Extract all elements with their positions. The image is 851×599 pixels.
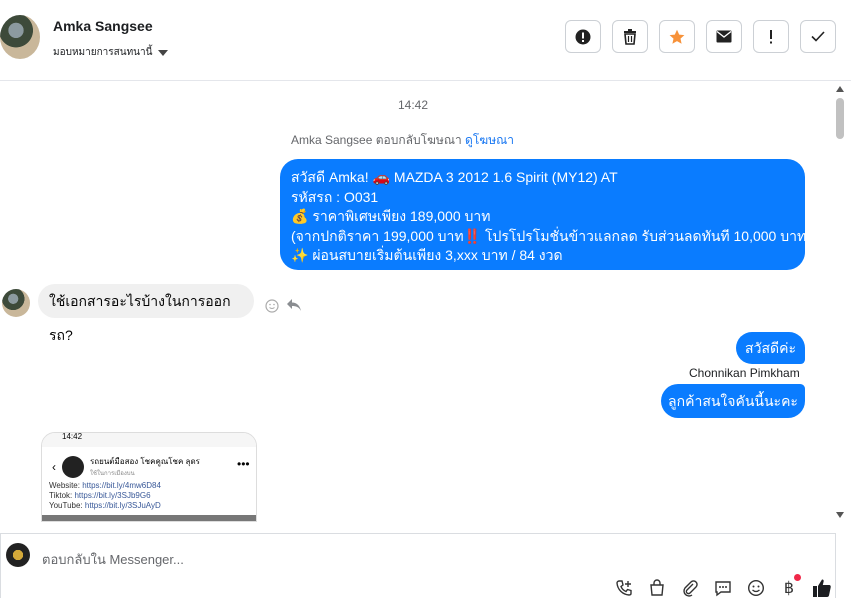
card-link-url: https://bit.ly/3SJuAyD bbox=[84, 501, 161, 510]
ad-message-line: รหัสรถ : O031 bbox=[291, 188, 379, 205]
contact-name[interactable]: Amka Sangsee bbox=[53, 18, 153, 34]
ad-message-line: (จากปกติราคา 199,000 บาท‼️ โปรโปรโมชั่นข… bbox=[291, 227, 811, 244]
assign-dropdown[interactable]: มอบหมายการสนทนานี้ bbox=[53, 45, 169, 60]
composer-toolbar: ฿ bbox=[612, 574, 834, 599]
card-link-label: Website: bbox=[49, 481, 83, 490]
ad-reply-note: Amka Sangsee ตอบกลับโฆษณา ดูโฆษณา bbox=[291, 131, 514, 150]
card-page-info: รถยนต์มือสอง โชคคูณโชค ลุดร ใช้ในการเมือ… bbox=[90, 455, 200, 478]
spam-button[interactable] bbox=[753, 20, 789, 53]
contact-avatar[interactable] bbox=[0, 15, 40, 59]
card-link-label: Tiktok: bbox=[49, 491, 75, 500]
card-page-row: ‹ รถยนต์มือสอง โชคคูณโชค ลุดร ใช้ในการเม… bbox=[52, 455, 250, 478]
conversation-toolbar bbox=[565, 20, 836, 53]
chevron-down-icon bbox=[158, 49, 169, 56]
message-composer: ตอบกลับใน Messenger... ฿ bbox=[0, 533, 836, 598]
card-links: Website: https://bit.ly/4mw6D84 Tiktok: … bbox=[49, 481, 161, 511]
star-icon bbox=[669, 29, 685, 44]
delete-button[interactable] bbox=[612, 20, 648, 53]
report-button[interactable] bbox=[565, 20, 601, 53]
exclamation-icon bbox=[770, 29, 772, 43]
ad-reply-text: Amka Sangsee ตอบกลับโฆษณา bbox=[291, 133, 462, 147]
scroll-down-icon[interactable] bbox=[836, 512, 844, 518]
ad-message-line: 💰 ราคาพิเศษเพียง 189,000 บาท bbox=[291, 208, 491, 224]
scroll-up-icon[interactable] bbox=[836, 86, 844, 92]
card-link-url: https://bit.ly/4mw6D84 bbox=[82, 481, 161, 490]
check-icon bbox=[811, 31, 825, 42]
conversation-header: Amka Sangsee มอบหมายการสนทนานี้ bbox=[0, 0, 851, 81]
react-emoji-icon[interactable] bbox=[265, 299, 279, 313]
mail-icon bbox=[716, 30, 732, 43]
message-timestamp: 14:42 bbox=[397, 98, 429, 112]
page-logo bbox=[62, 455, 84, 478]
card-page-sub: ใช้ในการเมืองบน bbox=[90, 471, 135, 477]
reply-input[interactable]: ตอบกลับใน Messenger... bbox=[42, 549, 184, 570]
view-ad-link[interactable]: ดูโฆษณา bbox=[465, 133, 514, 147]
reply-arrow-icon[interactable] bbox=[286, 298, 302, 312]
more-icon: ••• bbox=[237, 457, 250, 471]
card-image-strip bbox=[42, 515, 256, 521]
ad-message-line: สวัสดี Amka! 🚗 MAZDA 3 2012 1.6 Spirit (… bbox=[291, 169, 618, 185]
contact-avatar-small bbox=[2, 289, 30, 317]
card-status-bar: 14:42 bbox=[42, 433, 256, 447]
baht-icon[interactable]: ฿ bbox=[777, 574, 801, 599]
phone-plus-icon[interactable] bbox=[612, 577, 636, 599]
card-link-row: YouTube: https://bit.ly/3SJuAyD bbox=[49, 501, 161, 511]
trash-icon bbox=[624, 28, 636, 45]
outgoing-message-bubble[interactable]: ลูกค้าสนใจคันนี้นะคะ bbox=[661, 384, 805, 418]
image-attachment[interactable]: 14:42 ‹ รถยนต์มือสอง โชคคูณโชค ลุดร ใช้ใ… bbox=[41, 432, 257, 522]
scrollbar[interactable] bbox=[834, 81, 846, 521]
assign-label: มอบหมายการสนทนานี้ bbox=[53, 47, 153, 58]
scrollbar-thumb[interactable] bbox=[836, 98, 844, 139]
thumbs-up-icon[interactable] bbox=[810, 577, 834, 599]
alert-circle-icon bbox=[575, 29, 591, 44]
outgoing-message-bubble[interactable]: สวัสดีค่ะ bbox=[736, 332, 805, 364]
ad-message-bubble[interactable]: สวัสดี Amka! 🚗 MAZDA 3 2012 1.6 Spirit (… bbox=[280, 159, 811, 270]
shopping-bag-icon[interactable] bbox=[645, 577, 669, 599]
mark-unread-button[interactable] bbox=[706, 20, 742, 53]
saved-replies-icon[interactable] bbox=[711, 577, 735, 599]
page-avatar bbox=[6, 543, 30, 567]
card-link-label: YouTube: bbox=[49, 501, 85, 510]
incoming-message-bubble[interactable]: ใช้เอกสารอะไรบ้างในการออกรถ? bbox=[38, 284, 254, 343]
sender-name: Chonnikan Pimkham bbox=[689, 366, 800, 380]
card-link-row: Website: https://bit.ly/4mw6D84 bbox=[49, 481, 161, 491]
message-thread[interactable]: 14:42 Amka Sangsee ตอบกลับโฆษณา ดูโฆษณา … bbox=[0, 81, 834, 533]
card-link-url: https://bit.ly/3SJb9G6 bbox=[74, 491, 151, 500]
emoji-icon[interactable] bbox=[744, 577, 768, 599]
ad-message-line: ✨ ผ่อนสบายเริ่มต้นเพียง 3,xxx บาท / 84 ง… bbox=[291, 247, 563, 263]
card-status-time: 14:42 bbox=[62, 432, 83, 441]
notification-dot bbox=[794, 574, 801, 581]
baht-glyph: ฿ bbox=[783, 580, 795, 597]
paperclip-icon[interactable] bbox=[678, 577, 702, 599]
card-page-name: รถยนต์มือสอง โชคคูณโชค ลุดร bbox=[90, 457, 200, 466]
chevron-left-icon: ‹ bbox=[52, 459, 56, 474]
done-button[interactable] bbox=[800, 20, 836, 53]
card-link-row: Tiktok: https://bit.ly/3SJb9G6 bbox=[49, 491, 161, 501]
star-button[interactable] bbox=[659, 20, 695, 53]
